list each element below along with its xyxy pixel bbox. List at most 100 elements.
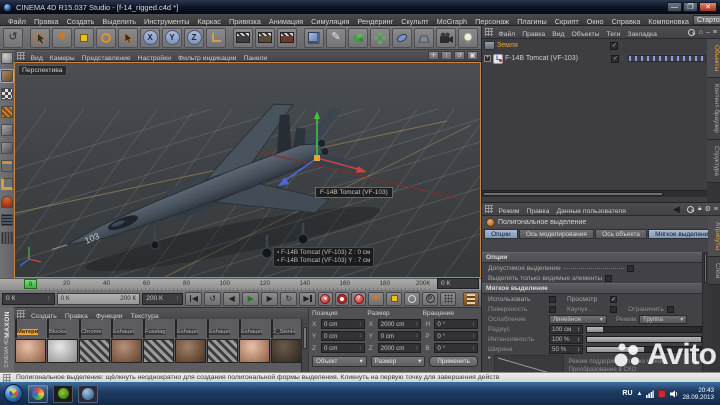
material-thumb-partial[interactable] [15,339,46,363]
enable-checkbox[interactable]: ✓ [610,41,619,50]
kauchuk-checkbox[interactable] [610,305,617,313]
material-thumb-partial[interactable] [143,339,174,363]
play-button[interactable]: ▶ [242,291,260,306]
object-tags-strip[interactable] [628,55,706,62]
panel-tab[interactable]: Атрибуты [708,216,720,257]
menu-item[interactable]: Анимация [265,17,307,26]
coords-mode-dropdown[interactable]: Объект ▾ [312,356,367,367]
om-menu-item[interactable]: Вид [549,31,568,38]
panel-tab[interactable]: Структура [707,139,720,183]
material-item[interactable]: Exhaust [207,319,238,338]
attr-menu-item[interactable]: Данные пользователя [553,208,630,215]
spline-pen-icon[interactable]: ✎ [326,27,346,48]
array-icon[interactable] [370,27,390,48]
previous-frame-button[interactable]: ◀ [223,291,241,306]
selection-tool-icon[interactable] [118,27,138,48]
play-loop-button[interactable]: ↻ [280,291,298,306]
material-item[interactable]: Fuselag [143,319,174,338]
menu-item[interactable]: Симуляция [307,17,353,26]
network-icon[interactable] [646,390,655,398]
surface-checkbox[interactable] [549,305,556,313]
menu-item[interactable]: Рендеринг [353,17,397,26]
rotation-field[interactable]: 0 ° ↕ [434,343,479,353]
edges-mode-icon[interactable] [1,160,13,172]
material-thumb-partial[interactable] [239,339,270,363]
material-thumb-partial[interactable] [79,339,110,363]
minimize-panel-icon[interactable]: – [706,29,710,36]
key-position-toggle[interactable]: ✚ [368,291,385,306]
object-row-earth[interactable]: Земля ✓: [482,39,708,52]
clock[interactable]: 20:43 28.09.2013 [682,387,716,401]
material-scrollbar[interactable] [301,319,308,372]
key-parameter-toggle[interactable]: P [422,291,439,306]
axis-z-button[interactable]: Z [184,27,204,48]
viewport-menu-item[interactable]: Вид [27,55,46,62]
material-item[interactable]: Exhaust [111,319,142,338]
menu-item[interactable]: Выделить [98,17,140,26]
radius-field[interactable]: 100 см ↕ [549,324,583,334]
object-name[interactable]: Земля [497,42,518,49]
intensity-field[interactable]: 100 % ↕ [549,334,583,344]
make-editable-icon[interactable] [1,52,13,64]
tray-expand-icon[interactable]: ▲ [637,391,643,397]
material-thumb-partial[interactable] [175,339,206,363]
position-field[interactable]: 0 cm ↕ [321,319,365,329]
viewport-menu-item[interactable]: Настройки [134,55,174,62]
volume-icon[interactable] [670,390,678,398]
texture-mode-icon[interactable] [1,88,13,100]
size-field[interactable]: 0 cm ↕ [377,331,422,341]
menu-item[interactable]: Скульпт [397,17,432,26]
key-scale-toggle[interactable] [386,291,403,306]
subdivision-icon[interactable] [348,27,368,48]
language-indicator[interactable]: RU [622,390,632,397]
attribute-tab[interactable]: Ось объекта [595,229,647,239]
workplane-snap-icon[interactable] [1,232,13,244]
section-header-options[interactable]: Опции [482,252,708,263]
panel-grid-icon[interactable] [485,28,493,36]
undo-button[interactable]: ↺ [3,27,23,48]
preview-checkbox[interactable]: ✓ [610,295,617,303]
panel-grid-icon[interactable] [485,205,493,213]
coords-size-dropdown[interactable]: Размер ▾ [370,356,426,367]
zoom-view-icon[interactable]: ↕ [441,51,452,60]
play-backwards-button[interactable]: ↺ [204,291,222,306]
search-icon[interactable] [686,205,695,214]
visibility-dots[interactable]: : [620,43,622,49]
restrict-checkbox[interactable] [666,305,674,313]
om-menu-item[interactable]: Объекты [568,31,603,38]
record-keyframe-button[interactable]: ● [318,291,333,306]
panel-tab[interactable]: Контент-браузер [707,77,720,140]
material-menu-item[interactable]: Функции [92,313,127,320]
material-item[interactable]: Chrome [79,319,110,338]
snap-magnet-icon[interactable] [1,196,13,208]
mode-dropdown[interactable]: Группа ▾ [639,314,688,324]
menu-item[interactable]: Файл [4,17,30,26]
intensity-slider[interactable] [586,335,702,343]
lock-icon[interactable]: 🔒︎ [698,205,702,213]
action-center-icon[interactable] [658,389,667,398]
panel-grid-icon[interactable] [17,309,25,318]
render-settings-icon[interactable] [277,27,297,48]
om-menu-item[interactable]: Правка [519,31,549,38]
size-field[interactable]: 2000 cm ↕ [377,319,422,329]
taskbar-app-paint[interactable] [28,384,48,403]
position-field[interactable]: 0 cm ↕ [321,343,365,353]
viewport-menu-item[interactable]: Фильтр индикации [175,55,240,62]
falloff-curve[interactable]: • Режим поддержки - только чтение Преобр… [482,354,708,373]
move-tool-icon[interactable]: ✚ [52,27,72,48]
visible-only-checkbox[interactable] [605,274,613,282]
radius-slider[interactable] [586,325,702,333]
material-thumb-partial[interactable] [271,339,302,363]
go-to-start-button[interactable]: ◀ [185,291,203,306]
size-field[interactable]: 2000 cm ↕ [377,343,422,353]
panel-menu-icon[interactable]: ≡ [713,29,717,36]
material-item[interactable]: Матери [15,319,46,338]
search-icon[interactable] [687,28,696,37]
material-item[interactable]: Exhaust [239,319,270,338]
allowed-selection-checkbox[interactable] [626,264,634,272]
next-frame-button[interactable]: ▶ [261,291,279,306]
camera-icon[interactable] [436,27,456,48]
attribute-tab[interactable]: Ось моделирования [518,229,595,239]
material-thumb-partial[interactable] [207,339,238,363]
panel-menu-icon[interactable]: ≡ [714,206,718,213]
